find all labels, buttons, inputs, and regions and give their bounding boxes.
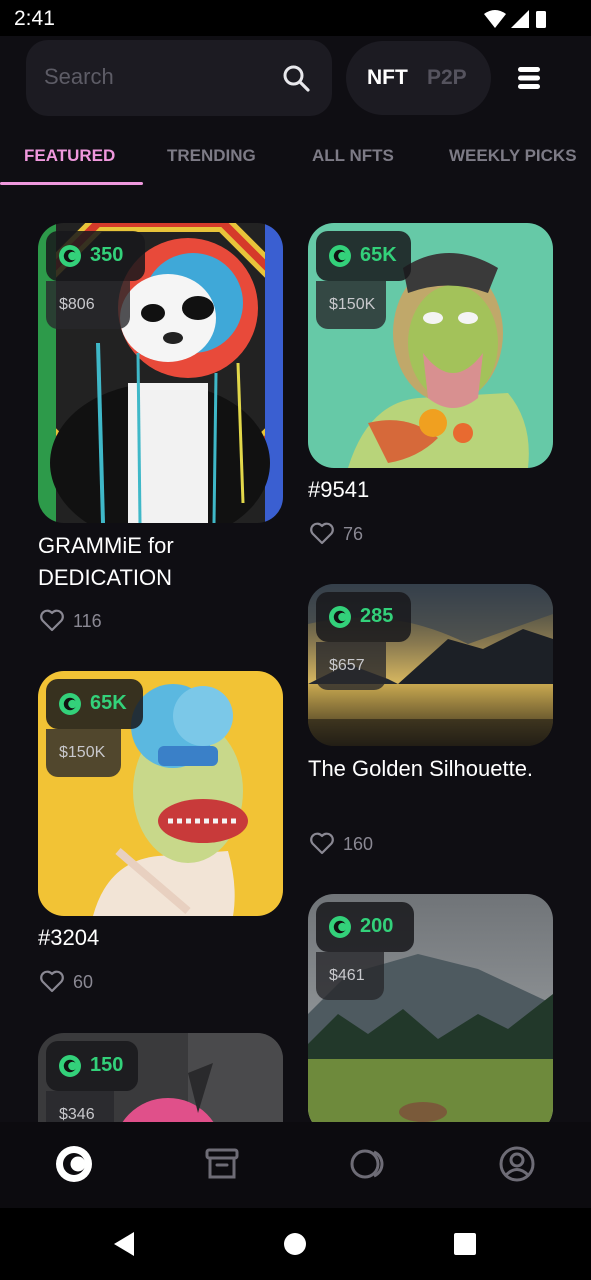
like-count: 116 [73, 611, 102, 631]
status-icons [484, 10, 546, 28]
coin-price: 200 [360, 915, 394, 937]
nft-image[interactable]: $461 200 [308, 894, 553, 1134]
coin-icon [59, 693, 81, 715]
heart-icon[interactable] [309, 831, 335, 855]
like-count: 76 [343, 524, 364, 544]
toggle-nft[interactable]: NFT [367, 66, 408, 90]
coin-price-badge: 150 [46, 1041, 138, 1091]
like-count: 60 [73, 972, 94, 992]
nft-image[interactable]: $806 350 [38, 223, 283, 523]
coin-icon [329, 606, 351, 628]
usd-price-badge: $461 [316, 952, 384, 1000]
category-tabs: FEATURED TRENDING ALL NFTS WEEKLY PICKS [0, 130, 591, 188]
coin-price-badge: 350 [46, 231, 145, 281]
nft-title[interactable]: GRAMMiE for DEDICATION [38, 530, 283, 594]
usd-price: $150K [329, 296, 376, 313]
search-bar[interactable]: Search [26, 40, 332, 116]
like-count: 160 [343, 834, 374, 854]
heart-icon[interactable] [39, 969, 65, 993]
usd-price-badge: $806 [46, 281, 130, 329]
coin-price-badge: 65K [316, 231, 411, 281]
tab-trending[interactable]: TRENDING [167, 146, 256, 166]
active-tab-indicator [0, 182, 143, 185]
coin-icon [59, 1055, 81, 1077]
coin-price: 150 [90, 1054, 124, 1076]
usd-price-badge: $150K [316, 281, 386, 329]
menu-icon[interactable] [517, 66, 541, 90]
usd-price: $806 [59, 296, 95, 313]
recents-icon[interactable] [451, 1230, 479, 1258]
coin-icon [329, 245, 351, 267]
usd-price-badge: $150K [46, 729, 121, 777]
back-icon[interactable] [110, 1230, 138, 1258]
circles-icon[interactable] [348, 1144, 388, 1184]
nft-title[interactable]: #9541 [308, 474, 553, 506]
coin-price: 285 [360, 605, 394, 627]
search-input[interactable]: Search [44, 64, 114, 90]
status-time: 2:41 [14, 7, 55, 30]
coin-price: 65K [90, 692, 127, 714]
coin-price: 65K [360, 244, 397, 266]
heart-icon[interactable] [309, 521, 335, 545]
usd-price-badge: $657 [316, 642, 386, 690]
nft-title[interactable]: #3204 [38, 922, 283, 954]
coin-icon [59, 245, 81, 267]
usd-price: $657 [329, 657, 365, 674]
coin-price: 350 [90, 244, 124, 266]
tab-featured[interactable]: FEATURED [24, 146, 115, 166]
nft-image[interactable]: $150K 65K [38, 671, 283, 916]
nft-title[interactable]: The Golden Silhouette. [308, 753, 553, 785]
coin-icon [329, 916, 351, 938]
market-toggle[interactable]: NFT P2P [346, 41, 491, 115]
bottom-nav [0, 1122, 591, 1208]
profile-icon[interactable] [497, 1144, 537, 1184]
toggle-p2p[interactable]: P2P [427, 66, 467, 90]
usd-price: $461 [329, 967, 365, 984]
usd-price: $150K [59, 744, 106, 761]
nft-image[interactable]: $657 285 [308, 584, 553, 746]
coin-price-badge: 285 [316, 592, 411, 642]
coin-icon[interactable] [54, 1144, 94, 1184]
nft-image[interactable]: $150K 65K [308, 223, 553, 468]
coin-price-badge: 200 [316, 902, 414, 952]
system-nav-bar [0, 1208, 591, 1280]
status-bar: 2:41 [0, 0, 591, 36]
tab-all-nfts[interactable]: ALL NFTS [312, 146, 394, 166]
heart-icon[interactable] [39, 608, 65, 632]
search-icon[interactable] [282, 64, 310, 92]
home-icon[interactable] [281, 1230, 309, 1258]
coin-price-badge: 65K [46, 679, 143, 729]
tab-weekly-picks[interactable]: WEEKLY PICKS [449, 146, 577, 166]
archive-icon[interactable] [202, 1144, 242, 1184]
